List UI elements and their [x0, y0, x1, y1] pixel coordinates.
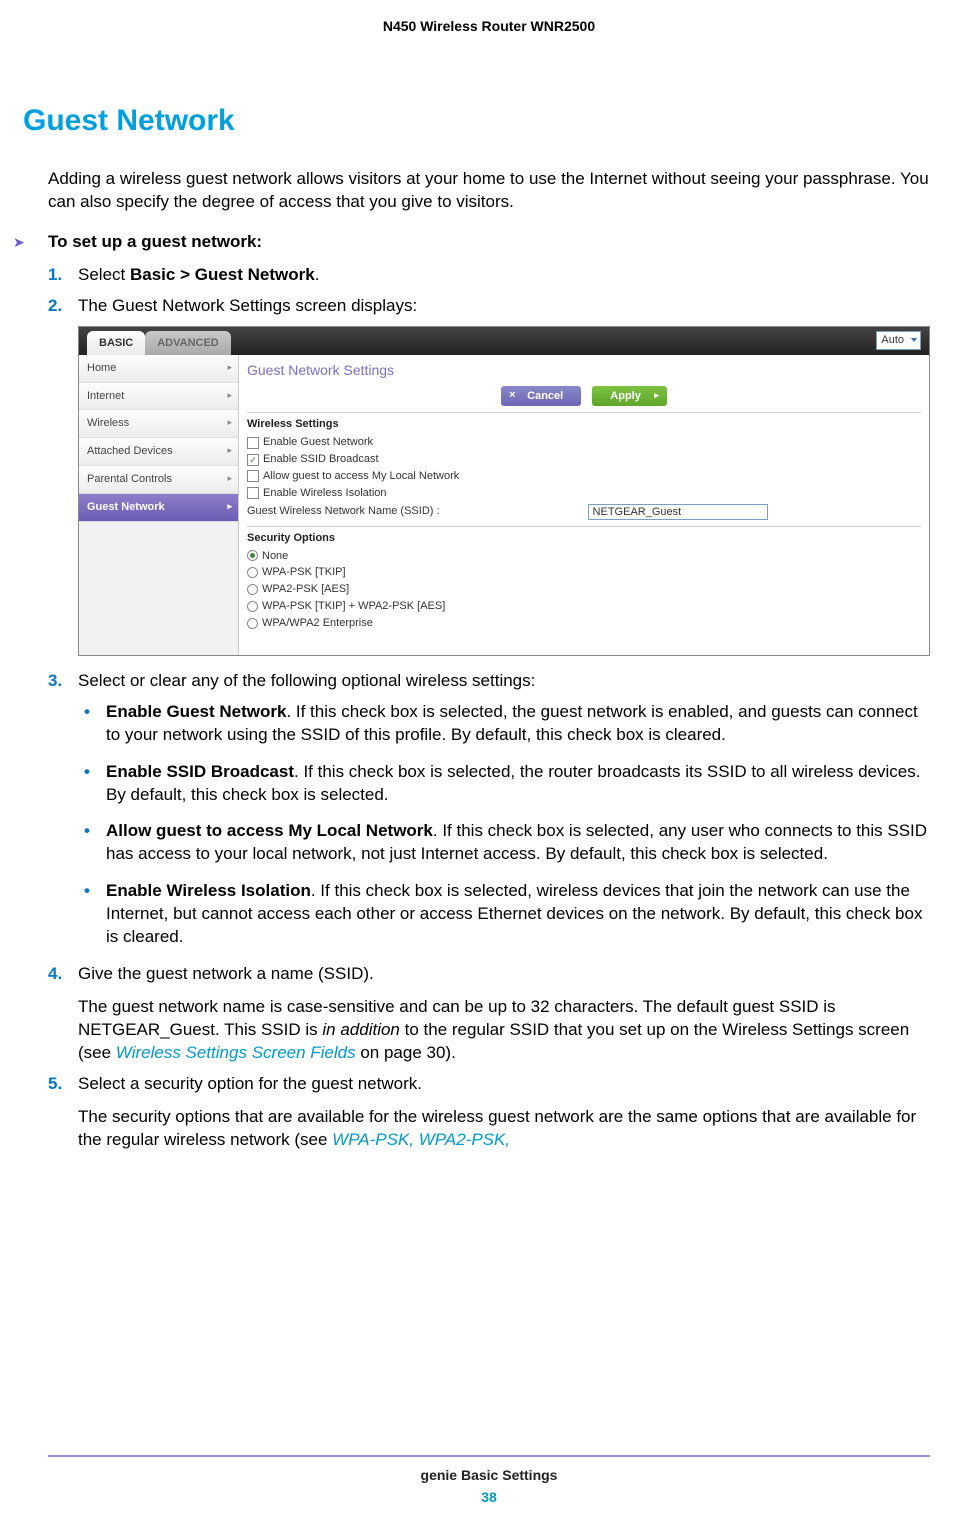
security-options-label: Security Options: [247, 531, 921, 546]
section-title: Guest Network: [23, 104, 930, 138]
ss-topbar: BASIC ADVANCED Auto: [79, 327, 929, 355]
apply-button[interactable]: Apply: [592, 386, 667, 407]
wireless-settings-link[interactable]: Wireless Settings Screen Fields: [116, 1043, 356, 1062]
step-2: The Guest Network Settings screen displa…: [48, 295, 930, 656]
step-4-paragraph: The guest network name is case-sensitive…: [78, 996, 930, 1065]
radio-wpa2-psk-label: WPA2-PSK [AES]: [262, 582, 349, 597]
step-5-paragraph: The security options that are available …: [78, 1106, 930, 1152]
radio-wpa-wpa2[interactable]: [247, 601, 258, 612]
step-3: Select or clear any of the following opt…: [48, 670, 930, 949]
step-3-text: Select or clear any of the following opt…: [78, 671, 535, 690]
ss-sidebar: Home Internet Wireless Attached Devices …: [79, 355, 239, 655]
checkbox-enable-guest-label: Enable Guest Network: [263, 435, 373, 450]
sidebar-item-internet[interactable]: Internet: [79, 383, 238, 411]
wpa-link[interactable]: WPA-PSK, WPA2-PSK,: [332, 1130, 510, 1149]
radio-wpa-psk-label: WPA-PSK [TKIP]: [262, 565, 346, 580]
sidebar-item-parental-controls[interactable]: Parental Controls: [79, 466, 238, 494]
footer-page-number: 38: [0, 1489, 978, 1505]
bullet-isolation-title: Enable Wireless Isolation: [106, 881, 311, 900]
checkbox-allow-local[interactable]: [247, 470, 259, 482]
radio-wpa-wpa2-label: WPA-PSK [TKIP] + WPA2-PSK [AES]: [262, 599, 445, 614]
settings-screenshot: BASIC ADVANCED Auto Home Internet Wirele…: [78, 326, 930, 656]
checkbox-enable-ssid-label: Enable SSID Broadcast: [263, 452, 379, 467]
step-4-p-c: on page 30).: [356, 1043, 456, 1062]
bullet-allow-local: Allow guest to access My Local Network. …: [106, 820, 930, 866]
bullet-enable-ssid-title: Enable SSID Broadcast: [106, 762, 294, 781]
step-5-text: Select a security option for the guest n…: [78, 1074, 422, 1093]
radio-none[interactable]: [247, 550, 258, 561]
procedure-heading: To set up a guest network:: [48, 232, 262, 252]
radio-wpa2-psk[interactable]: [247, 584, 258, 595]
sidebar-item-home[interactable]: Home: [79, 355, 238, 383]
auto-dropdown[interactable]: Auto: [876, 331, 921, 350]
tab-advanced[interactable]: ADVANCED: [145, 331, 231, 356]
panel-title: Guest Network Settings: [247, 359, 921, 386]
bullet-allow-local-title: Allow guest to access My Local Network: [106, 821, 433, 840]
radio-enterprise[interactable]: [247, 618, 258, 629]
wireless-settings-label: Wireless Settings: [247, 417, 921, 432]
footer-divider: [48, 1455, 930, 1457]
step-1-pre: Select: [78, 265, 130, 284]
page-footer: genie Basic Settings 38: [0, 1455, 978, 1505]
step-4-p-italic: in addition: [322, 1020, 400, 1039]
bullet-enable-ssid: Enable SSID Broadcast. If this check box…: [106, 761, 930, 807]
step-2-text: The Guest Network Settings screen displa…: [78, 296, 417, 315]
divider-2: [247, 526, 921, 527]
step-5: Select a security option for the guest n…: [48, 1073, 930, 1152]
sidebar-item-guest-network[interactable]: Guest Network: [79, 494, 238, 522]
sidebar-item-attached-devices[interactable]: Attached Devices: [79, 438, 238, 466]
bullet-isolation: Enable Wireless Isolation. If this check…: [106, 880, 930, 949]
step-4-text: Give the guest network a name (SSID).: [78, 964, 374, 983]
footer-text: genie Basic Settings: [0, 1467, 978, 1483]
divider: [247, 412, 921, 413]
checkbox-enable-ssid[interactable]: ✓: [247, 454, 259, 466]
step-4: Give the guest network a name (SSID). Th…: [48, 963, 930, 1065]
step-1-post: .: [315, 265, 320, 284]
checkbox-wireless-isolation-label: Enable Wireless Isolation: [263, 486, 387, 501]
step-1: Select Basic > Guest Network.: [48, 264, 930, 287]
bullet-enable-guest-title: Enable Guest Network: [106, 702, 286, 721]
procedure-marker-icon: ➤: [13, 234, 48, 251]
radio-enterprise-label: WPA/WPA2 Enterprise: [262, 616, 373, 631]
step-1-bold: Basic > Guest Network: [130, 265, 315, 284]
ss-main-panel: Guest Network Settings Cancel Apply Wire…: [239, 355, 929, 655]
ssid-input[interactable]: [588, 504, 768, 520]
bullet-enable-guest: Enable Guest Network. If this check box …: [106, 701, 930, 747]
document-header: N450 Wireless Router WNR2500: [48, 18, 930, 34]
tab-basic[interactable]: BASIC: [87, 331, 145, 356]
ssid-label: Guest Wireless Network Name (SSID) :: [247, 504, 440, 519]
radio-none-label: None: [262, 549, 288, 564]
cancel-button[interactable]: Cancel: [501, 386, 581, 407]
intro-paragraph: Adding a wireless guest network allows v…: [48, 168, 930, 214]
radio-wpa-psk[interactable]: [247, 567, 258, 578]
checkbox-allow-local-label: Allow guest to access My Local Network: [263, 469, 459, 484]
checkbox-enable-guest[interactable]: [247, 437, 259, 449]
sidebar-item-wireless[interactable]: Wireless: [79, 410, 238, 438]
checkbox-wireless-isolation[interactable]: [247, 487, 259, 499]
